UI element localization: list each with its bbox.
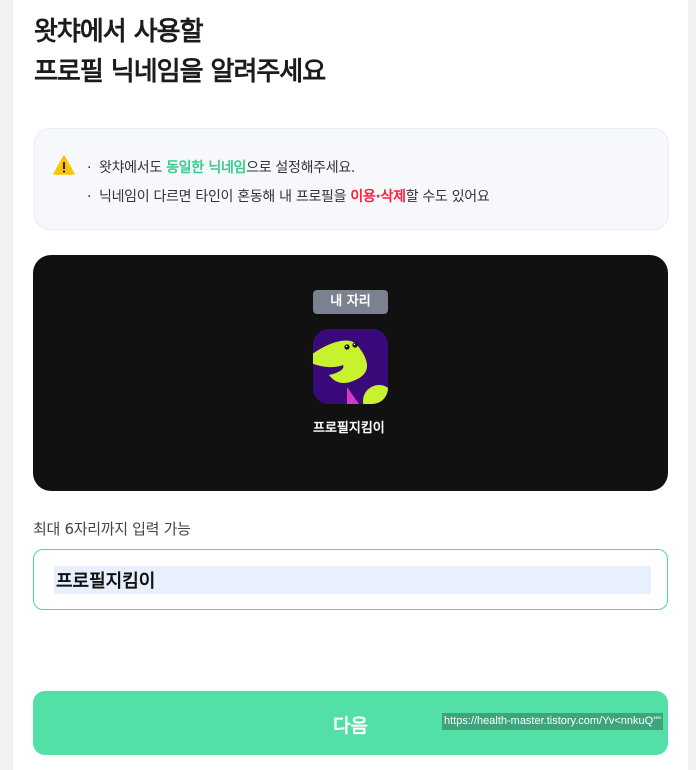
notice-box: · 왓챠에서도 동일한 닉네임으로 설정해주세요. · 닉네임이 다르면 타인이 혼…	[34, 128, 669, 230]
page: 왓챠에서 사용할 프로필 닉네임을 알려주세요 · 왓챠에서도 동일한 닉네임으로…	[13, 0, 688, 770]
page-title-line-1: 왓챠에서 사용할	[34, 17, 204, 47]
page-title: 왓챠에서 사용할 프로필 닉네임을 알려주세요	[34, 12, 326, 92]
notice-text: 으로 설정해주세요.	[246, 160, 356, 176]
notice-text: 할 수도 있어요	[405, 189, 490, 205]
notice-highlight-green: 동일한 닉네임	[166, 160, 247, 176]
profile-preview: 내 자리 프로필지킴이	[33, 255, 668, 491]
avatar	[313, 329, 388, 404]
my-seat-badge: 내 자리	[313, 290, 388, 314]
notice-text: 왓챠에서도	[99, 160, 167, 176]
notice-highlight-red: 이용·삭제	[350, 189, 406, 205]
warning-icon	[53, 155, 75, 175]
notice-line-same-nickname: · 왓챠에서도 동일한 닉네임으로 설정해주세요.	[87, 157, 355, 177]
nickname-hint: 최대 6자리까지 입력 가능	[33, 520, 191, 538]
profile-character-icon	[313, 329, 388, 404]
url-watermark: https://health-master.tistory.com/Yv<nnk…	[442, 713, 664, 730]
notice-text: 닉네임이 다르면 타인이 혼동해 내 프로필을	[99, 189, 351, 205]
notice-line-confusion: · 닉네임이 다르면 타인이 혼동해 내 프로필을 이용·삭제할 수도 있어요	[87, 186, 490, 206]
page-title-line-2: 프로필 닉네임을 알려주세요	[34, 57, 326, 87]
nickname-field[interactable]	[33, 549, 668, 610]
bullet: ·	[87, 189, 92, 205]
bullet: ·	[87, 160, 92, 176]
profile-name: 프로필지킴이	[313, 421, 385, 436]
nickname-input[interactable]	[54, 566, 651, 594]
